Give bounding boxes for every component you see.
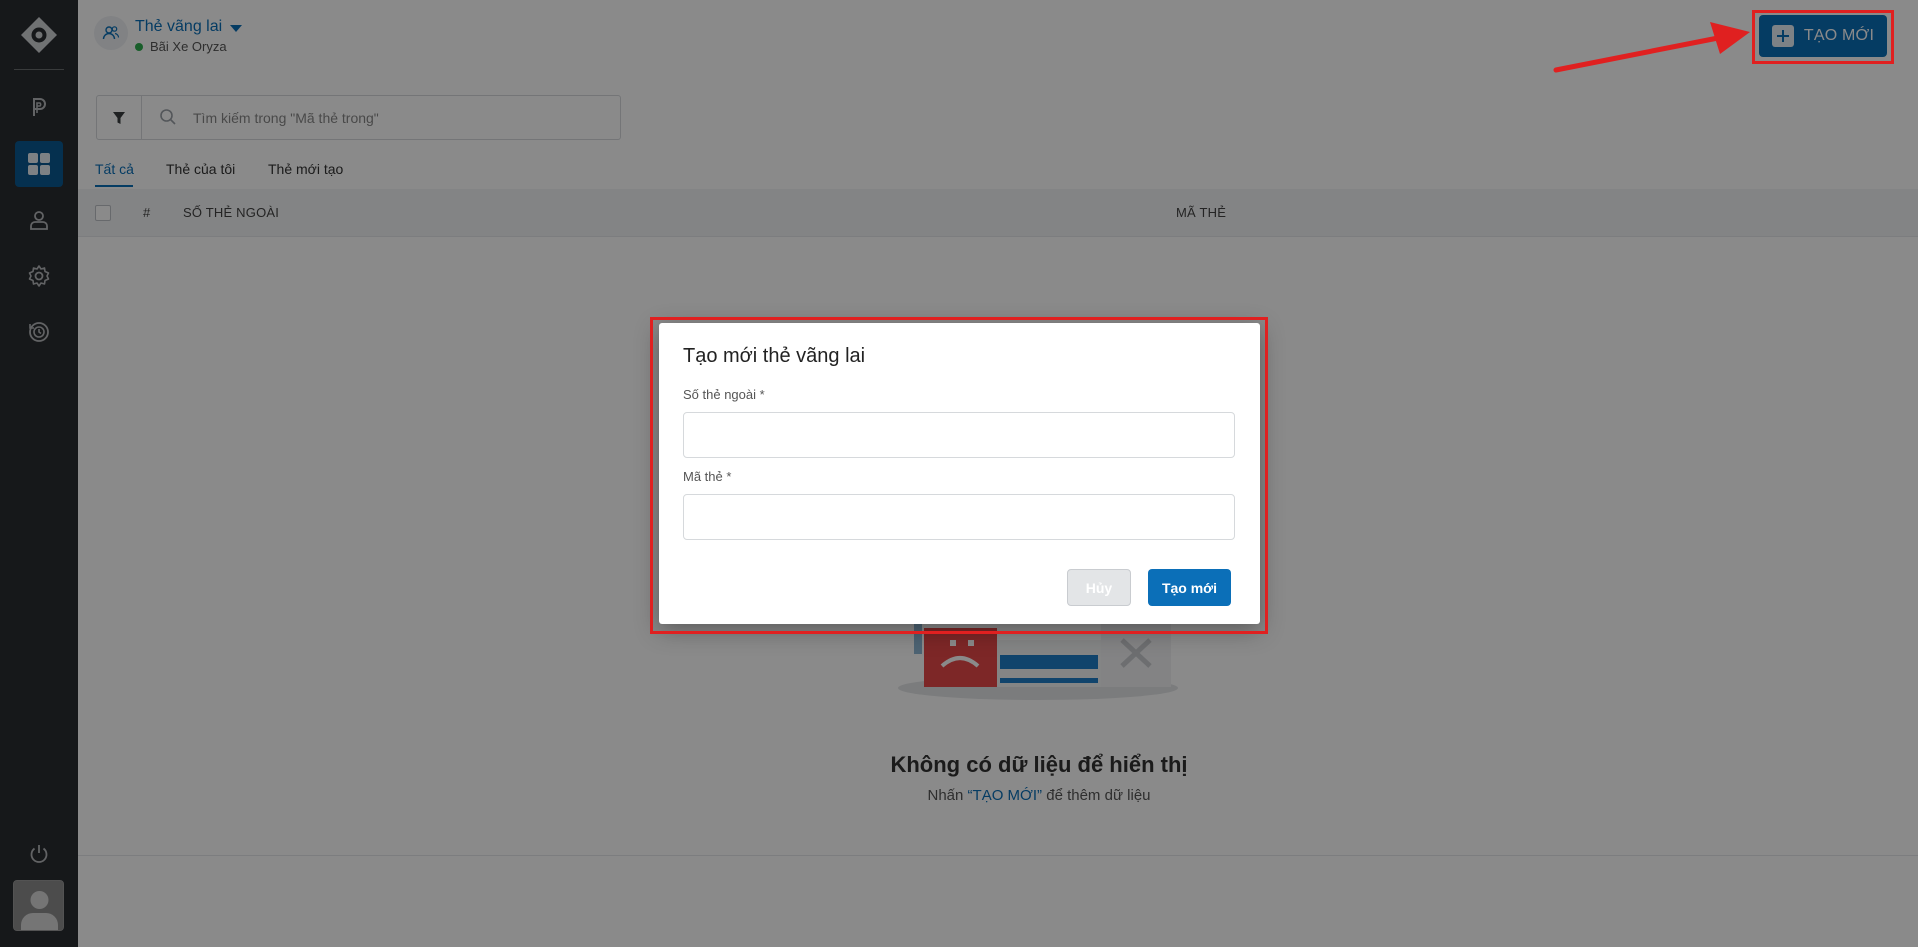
cancel-button[interactable]: Hủy xyxy=(1067,569,1131,606)
submit-create-button[interactable]: Tạo mới xyxy=(1148,569,1231,606)
card-code-input[interactable] xyxy=(683,494,1235,540)
external-card-number-input[interactable] xyxy=(683,412,1235,458)
dialog-title: Tạo mới thẻ vãng lai xyxy=(683,345,866,367)
create-card-dialog: Tạo mới thẻ vãng lai Số thẻ ngoài * Mã t… xyxy=(659,323,1260,624)
card-code-label: Mã thẻ * xyxy=(683,469,732,484)
external-card-number-label: Số thẻ ngoài * xyxy=(683,387,765,402)
